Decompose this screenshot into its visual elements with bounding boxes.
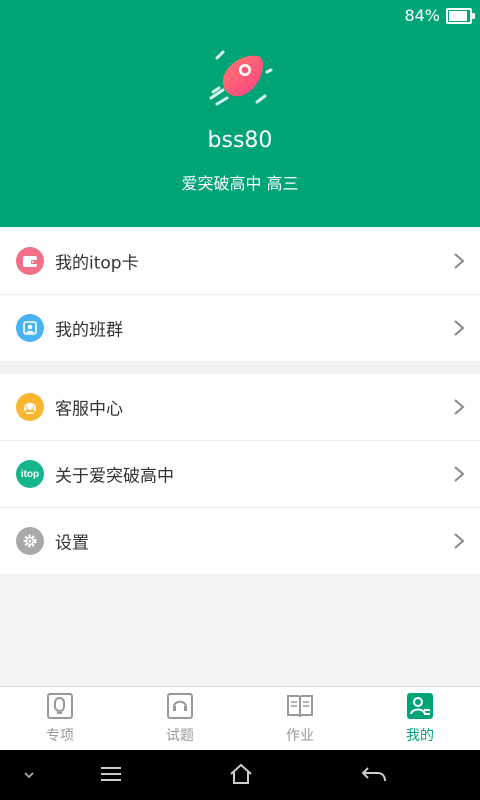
hide-nav-chevron-icon[interactable] <box>22 770 36 780</box>
wallet-icon <box>16 247 44 275</box>
menu-item-itop-card[interactable]: 我的itop卡 <box>0 228 480 295</box>
menu-item-settings[interactable]: 设置 <box>0 508 480 574</box>
battery-icon <box>446 7 475 24</box>
home-icon[interactable] <box>228 762 254 786</box>
menu-item-class-group[interactable]: 我的班群 <box>0 295 480 361</box>
itop-logo-text: itop <box>20 468 40 480</box>
menu-item-label: 客服中心 <box>55 399 123 420</box>
menu-item-label: 设置 <box>55 533 89 554</box>
tab-exam[interactable]: 试题 <box>120 687 240 751</box>
customer-service-icon <box>16 393 44 421</box>
username: bss80 <box>207 128 273 153</box>
tab-label: 试题 <box>166 728 194 744</box>
chevron-right-icon <box>454 320 465 336</box>
special-topic-icon <box>47 693 73 719</box>
class-group-icon <box>16 314 44 342</box>
menu-item-label: 我的班群 <box>55 320 123 341</box>
back-icon[interactable] <box>360 762 388 786</box>
menu-item-label: 关于爱突破高中 <box>55 466 174 487</box>
tab-label: 作业 <box>286 728 314 744</box>
tab-label: 专项 <box>46 728 74 744</box>
system-navigation-bar <box>0 750 480 800</box>
menu-group-account: 我的itop卡 我的班群 <box>0 228 480 361</box>
exam-icon <box>167 693 193 719</box>
itop-logo-icon: itop <box>16 460 44 488</box>
tab-homework[interactable]: 作业 <box>240 687 360 751</box>
homework-book-icon <box>287 695 313 718</box>
menu-item-about[interactable]: itop 关于爱突破高中 <box>0 441 480 508</box>
menu-item-customer-service[interactable]: 客服中心 <box>0 374 480 441</box>
tab-special-topic[interactable]: 专项 <box>0 687 120 751</box>
menu-group-general: 客服中心 itop 关于爱突破高中 设置 <box>0 374 480 574</box>
chevron-right-icon <box>454 533 465 549</box>
profile-icon <box>407 693 433 719</box>
menu-item-label: 我的itop卡 <box>55 253 139 274</box>
battery-percent: 84% <box>404 6 440 25</box>
status-bar: 84% <box>404 6 475 25</box>
gear-icon <box>16 527 44 555</box>
chevron-right-icon <box>454 253 465 269</box>
menu-icon[interactable] <box>98 762 124 786</box>
tab-mine[interactable]: 我的 <box>360 687 480 751</box>
chevron-right-icon <box>454 399 465 415</box>
profile-header: 84% bss80 爱突破高中 高三 <box>0 0 480 227</box>
chevron-right-icon <box>454 466 465 482</box>
bottom-tab-bar: 专项 试题 作业 我的 <box>0 686 480 751</box>
rocket-avatar-icon[interactable] <box>205 48 275 110</box>
school-grade: 爱突破高中 高三 <box>181 174 299 193</box>
tab-label: 我的 <box>406 728 434 744</box>
